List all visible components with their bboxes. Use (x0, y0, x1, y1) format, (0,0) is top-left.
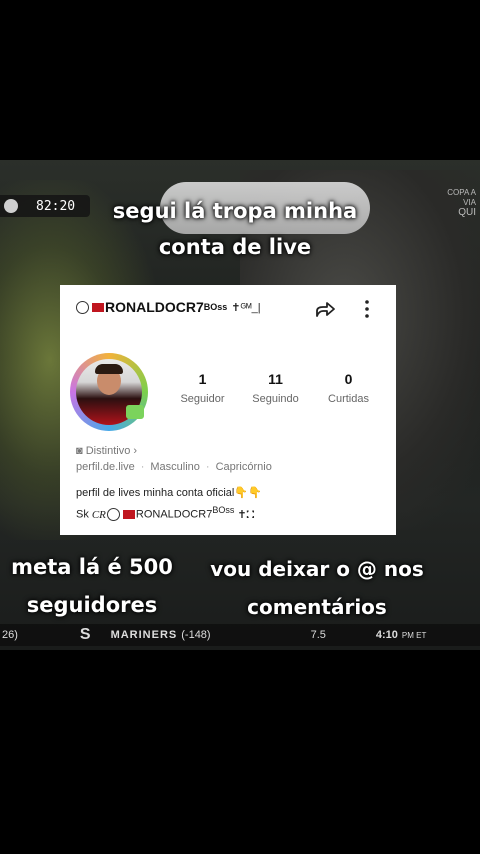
badge-icon: ◙ (76, 445, 83, 457)
profile-stats: 1 Seguidor 11 Seguindo 0 Curtidas (166, 371, 396, 405)
profile-avatar[interactable] (70, 353, 148, 431)
team-logo-icon: S (79, 626, 91, 643)
flag-icon (92, 302, 104, 312)
chevron-right-icon: › (133, 445, 138, 457)
bottom-right-line-1: vou deixar o @ nos (210, 557, 424, 581)
ticker-left-num: 26) (2, 629, 18, 641)
top-caption-line-2: conta de live (158, 235, 312, 259)
match-clock-time: 82:20 (36, 198, 76, 214)
top-caption-line-1: segui lá tropa minha (112, 199, 358, 223)
bio-prefix: Sk (76, 508, 89, 521)
bottom-left-line-1: meta lá é 500 (11, 555, 173, 579)
flag-icon (122, 510, 135, 520)
profile-username: RONALDOCR7 (105, 299, 204, 315)
more-vertical-icon[interactable] (360, 299, 374, 319)
bio-text: perfil de lives minha conta oficial (76, 487, 235, 499)
bio-mid: CR (91, 508, 106, 521)
bottom-right-line-2: comentários (247, 595, 387, 619)
corner-line-1: COPA A (447, 188, 476, 197)
stat-likes[interactable]: 0 Curtidas (312, 371, 385, 405)
broadcast-corner-text: COPA A VIA QUI (447, 188, 476, 218)
ticker-time-suffix: PM ET (401, 630, 427, 640)
stat-followers[interactable]: 1 Seguidor (166, 371, 239, 405)
info-site: perfil.de.live (76, 461, 135, 473)
profile-username-suffix: ✝ᴳᴹ_| (231, 301, 261, 314)
pointing-down-emoji: 👇👇 (234, 487, 262, 499)
bio-name-sup: BOss (212, 505, 235, 515)
bio-name: RONALDOCR7 (135, 508, 213, 521)
stat-following[interactable]: 11 Seguindo (239, 371, 312, 405)
stat-value: 0 (344, 371, 353, 387)
avatar-hair (95, 364, 123, 374)
stat-label: Seguindo (252, 393, 299, 405)
broadcast-logo-icon (4, 199, 18, 213)
top-caption: segui lá tropa minha conta de live (90, 193, 380, 265)
bottom-left-caption: meta lá é 500 seguidores (2, 548, 182, 624)
info-gender: Masculino (150, 461, 200, 473)
ticker-score: 7.5 (310, 629, 326, 641)
stat-value: 11 (268, 371, 283, 387)
info-sign: Capricórnio (215, 461, 272, 473)
profile-header: RONALDOCR7 BOss ✝ᴳᴹ_| (76, 299, 261, 315)
ticker-odds: (-148) (181, 629, 211, 641)
corner-line-3: QUI (458, 207, 476, 218)
ticker-time: 4:10 (375, 629, 398, 641)
bio-line-2: Sk CR RONALDOCR7BOss ✝⛚ (76, 505, 254, 522)
stat-label: Curtidas (328, 393, 369, 405)
avatar-badge-icon (126, 405, 144, 419)
badge-link[interactable]: ◙ Distintivo › (76, 445, 137, 457)
bottom-right-caption: vou deixar o @ nos comentários (194, 550, 440, 626)
score-ticker: 26) S MARINERS (-148) 7.5 4:10 PM ET (0, 624, 480, 646)
stat-label: Seguidor (180, 393, 225, 405)
bio-suffix: ✝⛚ (237, 508, 255, 521)
ring-icon (76, 300, 89, 314)
bottom-left-line-2: seguidores (26, 593, 158, 617)
profile-card: RONALDOCR7 BOss ✝ᴳᴹ_| 1 Seguidor 11 Segu… (60, 285, 396, 535)
match-clock: 82:20 (0, 195, 90, 217)
profile-info: perfil.de.live · Masculino · Capricórnio (76, 461, 272, 473)
profile-username-sup: BOss (203, 302, 228, 312)
ring-icon (106, 508, 120, 522)
stat-value: 1 (198, 371, 207, 387)
bio-line-1: perfil de lives minha conta oficial👇👇 (76, 486, 262, 499)
badge-label: Distintivo (85, 445, 131, 457)
share-arrow-icon[interactable] (314, 298, 336, 320)
ticker-team: MARINERS (110, 629, 178, 641)
